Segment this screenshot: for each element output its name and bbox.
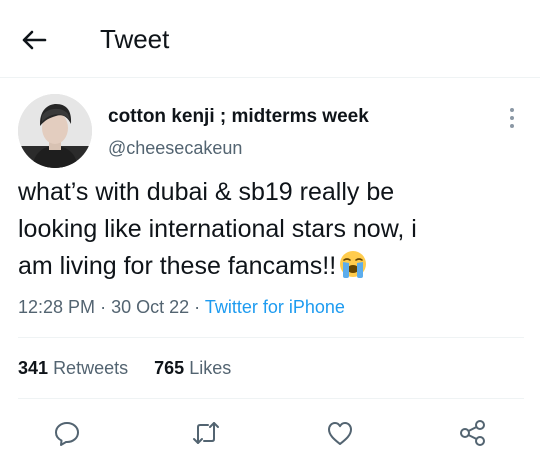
- tweet-time[interactable]: 12:28 PM: [18, 297, 95, 317]
- tweet-text-line: looking like international stars now, i: [18, 215, 417, 243]
- tweet-text-line: what’s with dubai & sb19 really be: [18, 178, 395, 206]
- tweet-date[interactable]: 30 Oct 22: [111, 297, 189, 317]
- heart-icon: [328, 422, 352, 445]
- avatar-image: [18, 94, 92, 168]
- divider: [18, 398, 524, 399]
- retweets-stat[interactable]: 341 Retweets: [18, 358, 128, 378]
- retweets-count: 341: [18, 358, 49, 378]
- loudly-crying-face-emoji: [340, 251, 367, 278]
- tweet-stats: 341 Retweets 765 Likes: [18, 358, 231, 379]
- author-display-name[interactable]: cotton kenji ; midterms week: [108, 106, 369, 128]
- tweet-metadata: 12:28 PM · 30 Oct 22 · Twitter for iPhon…: [18, 297, 345, 318]
- reply-button[interactable]: [49, 418, 85, 448]
- likes-count: 765: [154, 358, 185, 378]
- likes-label: Likes: [189, 358, 232, 378]
- retweet-icon: [193, 422, 219, 444]
- tweet-action-bar: [0, 410, 540, 456]
- reply-icon: [55, 422, 79, 446]
- share-icon: [460, 420, 485, 446]
- meta-separator: ·: [194, 297, 201, 317]
- share-button[interactable]: [455, 418, 491, 448]
- tweet-text: what’s with dubai & sb19 really be looki…: [18, 174, 518, 285]
- meta-separator: ·: [100, 297, 107, 317]
- tweet-source-link[interactable]: Twitter for iPhone: [205, 297, 345, 317]
- back-button[interactable]: [14, 22, 54, 58]
- likes-stat[interactable]: 765 Likes: [154, 358, 231, 378]
- retweets-label: Retweets: [53, 358, 129, 378]
- like-button[interactable]: [322, 418, 358, 448]
- tweet-text-line-content: am living for these fancams!!: [18, 252, 337, 280]
- arrow-left-icon: [22, 30, 47, 50]
- header-bar: Tweet: [0, 0, 540, 78]
- tweet-text-line: am living for these fancams!!: [18, 248, 518, 285]
- author-handle[interactable]: @cheesecakeun: [108, 138, 242, 159]
- more-options-button[interactable]: [500, 104, 524, 132]
- avatar[interactable]: [18, 94, 92, 168]
- more-vertical-icon: [510, 108, 514, 128]
- retweet-button[interactable]: [188, 418, 224, 448]
- page-title: Tweet: [100, 24, 170, 54]
- divider: [18, 337, 524, 338]
